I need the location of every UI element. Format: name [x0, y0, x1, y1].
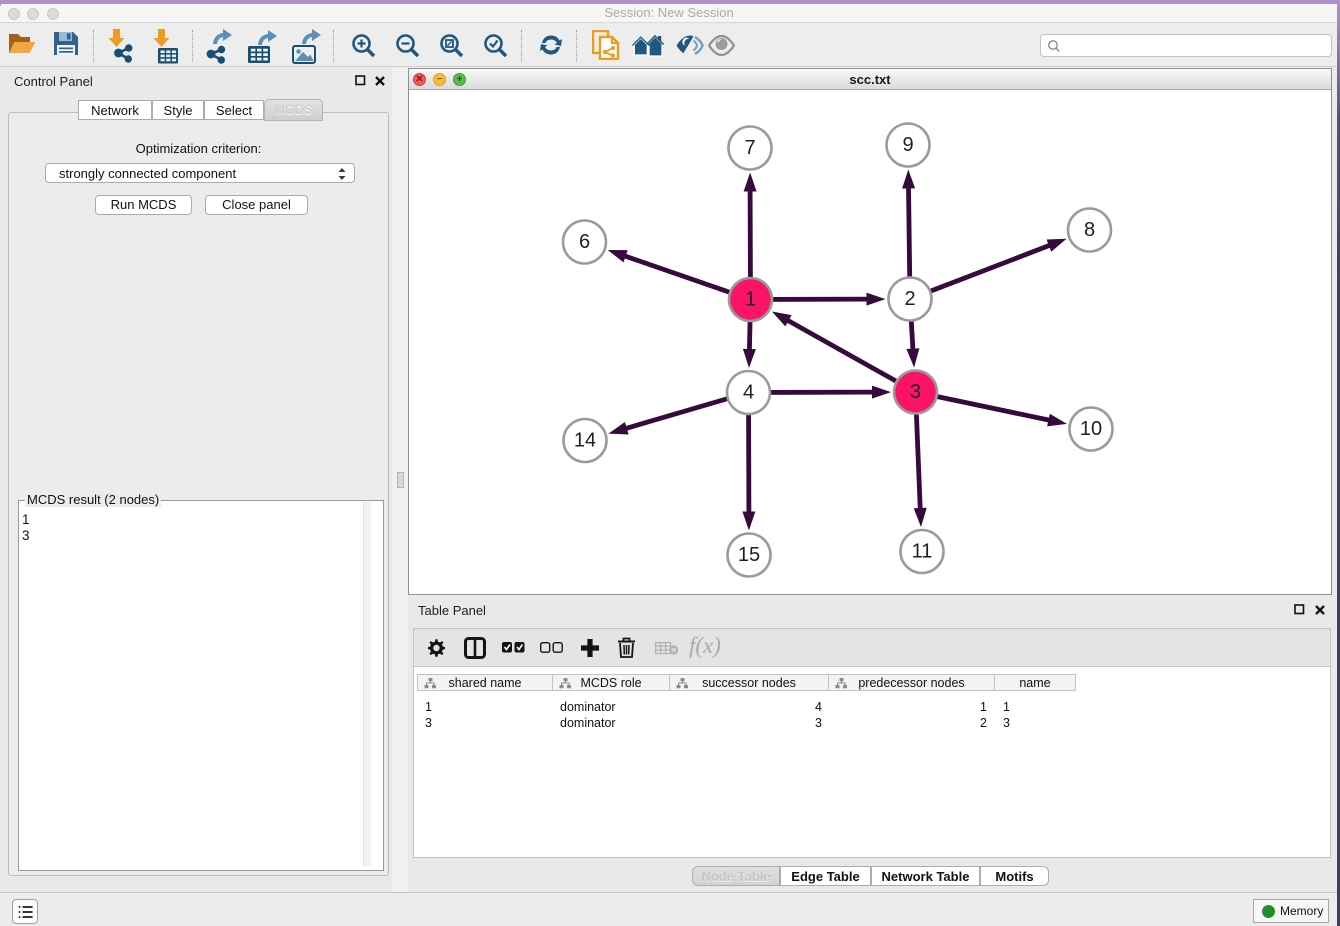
svg-text:6: 6	[579, 231, 590, 253]
svg-text:2: 2	[904, 288, 915, 310]
svg-text:11: 11	[912, 541, 933, 563]
svg-text:9: 9	[902, 134, 913, 156]
svg-text:1: 1	[745, 289, 756, 311]
svg-text:14: 14	[574, 430, 596, 452]
svg-text:4: 4	[743, 382, 754, 404]
svg-text:3: 3	[910, 381, 921, 403]
svg-text:15: 15	[738, 544, 760, 566]
svg-text:8: 8	[1084, 219, 1095, 241]
svg-text:7: 7	[744, 137, 755, 159]
svg-text:10: 10	[1080, 418, 1102, 440]
